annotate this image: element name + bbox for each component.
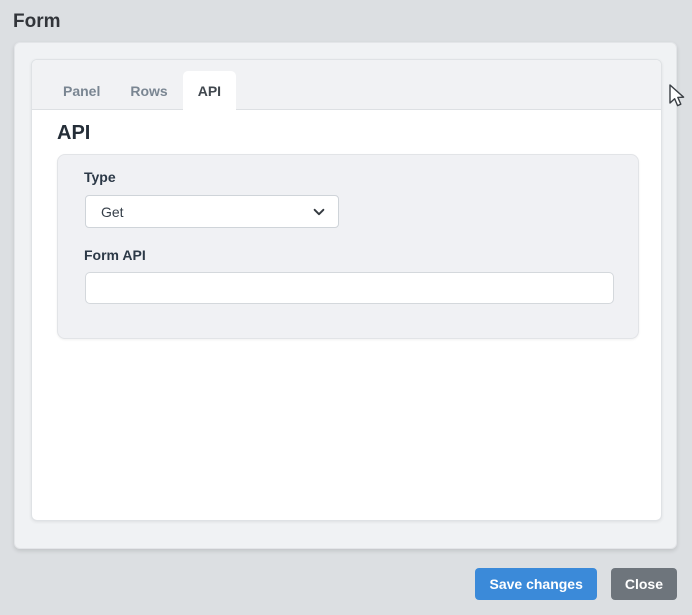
tab-api-label: API xyxy=(197,82,222,99)
type-select-value: Get xyxy=(101,203,124,220)
page-title: Form xyxy=(13,11,61,32)
tab-panel-label: Panel xyxy=(63,82,101,99)
tab-api[interactable]: API xyxy=(182,71,237,110)
section-heading: API xyxy=(57,122,91,144)
form-modal: Panel Rows API API Type Get Form API xyxy=(14,42,677,549)
tab-card: Panel Rows API API Type Get Form API xyxy=(31,59,662,521)
modal-footer: Save changes Close xyxy=(475,568,677,600)
close-button[interactable]: Close xyxy=(610,568,677,600)
type-select[interactable]: Get xyxy=(85,195,339,228)
form-api-field-label: Form API xyxy=(84,247,146,263)
api-fields-panel: Type Get Form API xyxy=(57,154,639,339)
type-field-label: Type xyxy=(84,169,116,185)
tab-rows-label: Rows xyxy=(130,82,168,99)
tab-rows[interactable]: Rows xyxy=(115,71,182,110)
save-changes-button[interactable]: Save changes xyxy=(475,568,597,600)
form-api-input[interactable] xyxy=(85,272,614,304)
chevron-down-icon xyxy=(313,208,325,215)
tab-panel[interactable]: Panel xyxy=(48,71,115,110)
tab-bar: Panel Rows API xyxy=(32,60,661,110)
